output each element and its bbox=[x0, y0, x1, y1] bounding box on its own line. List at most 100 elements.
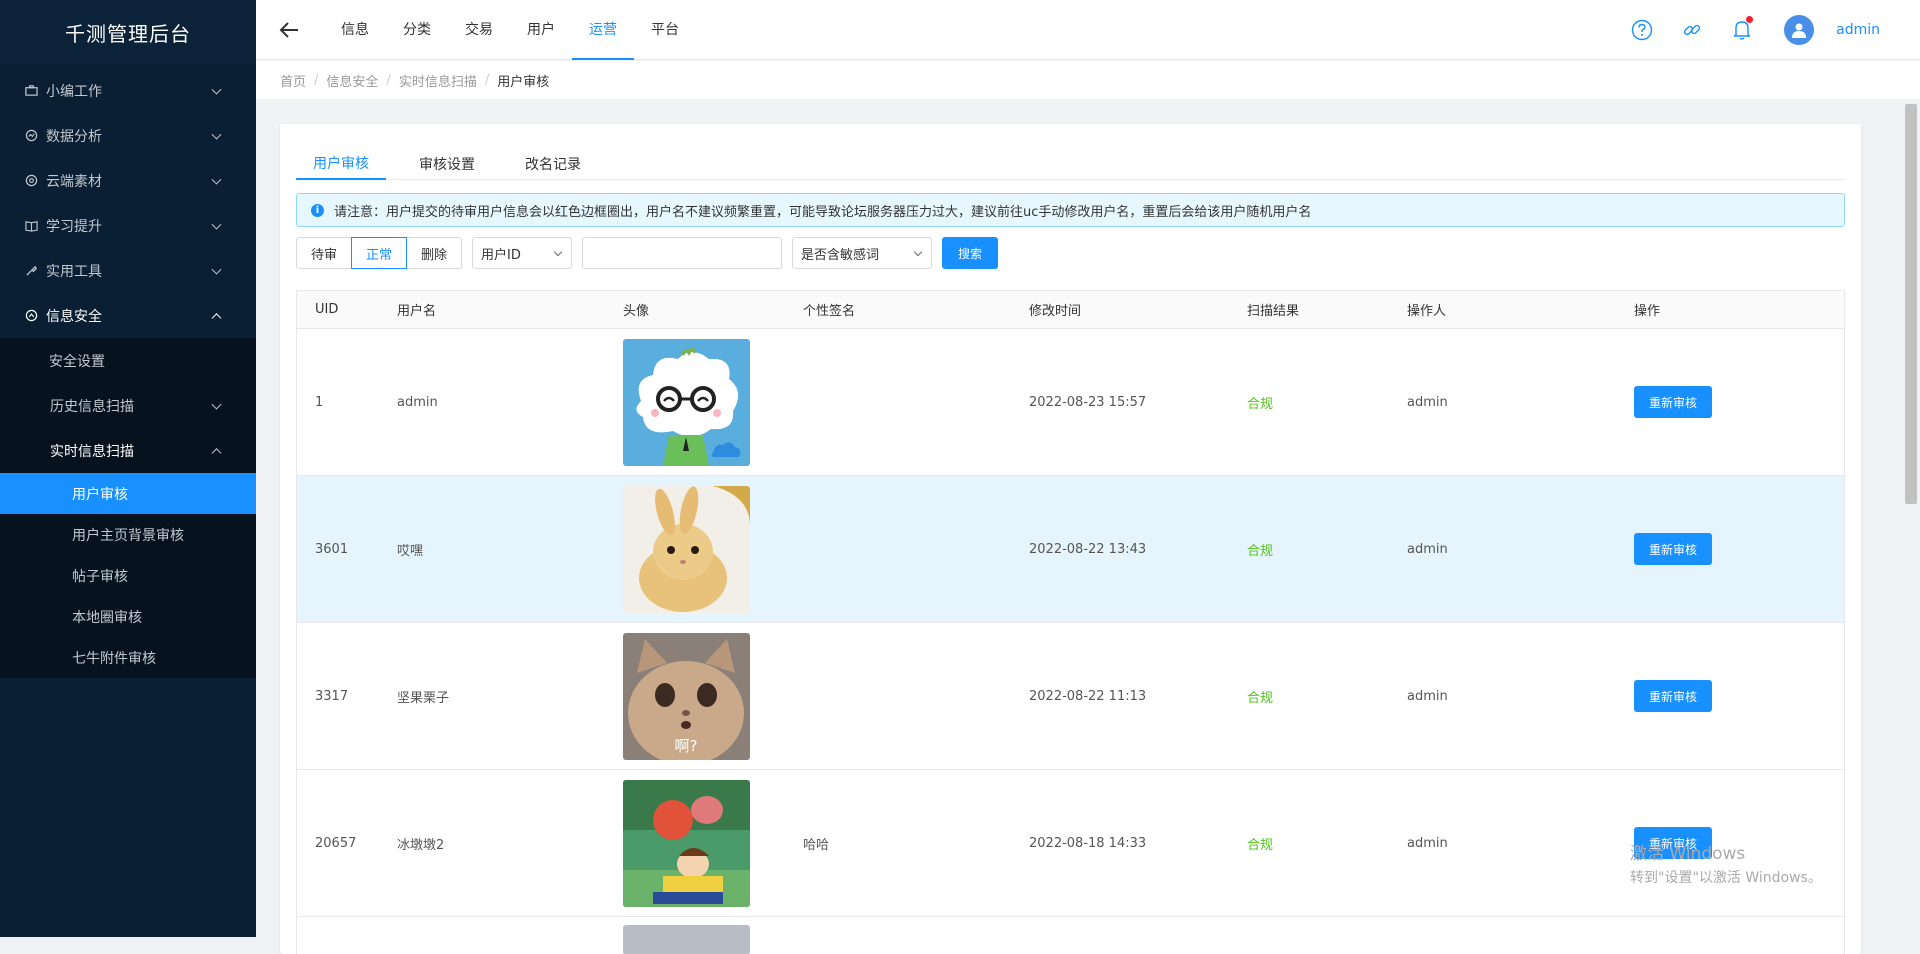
sidebar-item-user-review[interactable]: 用户审核 bbox=[0, 473, 256, 514]
tab-rename-log[interactable]: 改名记录 bbox=[508, 148, 598, 180]
chevron-down-icon bbox=[211, 84, 222, 95]
realtime-submenu: 用户审核 用户主页背景审核 帖子审核 本地圈审核 七牛附件审核 bbox=[0, 473, 256, 678]
table-row: 3317 坚果栗子 啊? 2022-08-22 11:13 合规 admin 重… bbox=[297, 623, 1844, 770]
sidebar-item-label: 实时信息扫描 bbox=[50, 443, 134, 460]
sensitive-select[interactable]: 是否含敏感词 bbox=[792, 237, 933, 269]
tab-review-settings[interactable]: 审核设置 bbox=[402, 148, 492, 180]
tab-trade[interactable]: 交易 bbox=[448, 0, 510, 60]
avatar-image[interactable] bbox=[623, 779, 750, 907]
cell-avatar bbox=[623, 338, 803, 466]
re-review-button[interactable]: 重新审核 bbox=[1634, 680, 1713, 712]
sidebar-item-tools[interactable]: 实用工具 bbox=[0, 248, 256, 293]
sidebar-item-label: 安全设置 bbox=[49, 353, 105, 370]
sidebar-item-realtime-scan[interactable]: 实时信息扫描 bbox=[0, 428, 256, 473]
column-header: 扫描结果 bbox=[1247, 304, 1300, 319]
table-header: UID 用户名 头像 个性签名 修改时间 扫描结果 操作人 操作 bbox=[297, 291, 1844, 329]
column-header: 修改时间 bbox=[1029, 304, 1082, 319]
column-header: 个性签名 bbox=[803, 304, 856, 319]
sidebar-item-label: 小编工作 bbox=[46, 83, 102, 100]
breadcrumb: 首页 / 信息安全 / 实时信息扫描 / 用户审核 bbox=[256, 61, 1920, 99]
app-title: 千测管理后台 bbox=[0, 0, 256, 64]
tab-user[interactable]: 用户 bbox=[510, 0, 572, 60]
username-label[interactable]: admin bbox=[1836, 22, 1880, 38]
avatar-image[interactable] bbox=[623, 338, 750, 466]
sidebar-item-security-settings[interactable]: 安全设置 bbox=[0, 338, 256, 383]
cell-operator: admin bbox=[1407, 541, 1448, 557]
tab-category[interactable]: 分类 bbox=[386, 0, 448, 60]
tool-icon bbox=[24, 264, 38, 278]
search-button[interactable]: 搜索 bbox=[942, 237, 999, 269]
avatar-image[interactable] bbox=[623, 925, 750, 954]
sidebar-item-qiniu-review[interactable]: 七牛附件审核 bbox=[0, 637, 256, 678]
tab-platform[interactable]: 平台 bbox=[634, 0, 696, 60]
info-icon: i bbox=[311, 203, 324, 217]
cell-avatar bbox=[623, 925, 803, 954]
column-header: 操作 bbox=[1634, 304, 1661, 319]
bell-icon[interactable] bbox=[1730, 15, 1754, 42]
watermark-title: 激活 Windows bbox=[1630, 844, 1746, 864]
sensitive-select-value: 是否含敏感词 bbox=[801, 247, 880, 263]
cell-avatar: 啊? bbox=[623, 632, 803, 760]
page-scrollbar[interactable] bbox=[1905, 104, 1917, 504]
security-submenu: 安全设置 历史信息扫描 实时信息扫描 用户审核 用户主页背景审核 帖子审核 本地… bbox=[0, 338, 256, 678]
cell-time: 2022-08-23 15:57 bbox=[1029, 394, 1147, 410]
link-icon[interactable] bbox=[1680, 18, 1704, 42]
sidebar-item-local-circle-review[interactable]: 本地圈审核 bbox=[0, 596, 256, 637]
tab-info[interactable]: 信息 bbox=[324, 0, 386, 60]
re-review-button[interactable]: 重新审核 bbox=[1634, 533, 1713, 565]
sidebar-item-label: 帖子审核 bbox=[72, 568, 128, 585]
table-row: 3601 哎嘿 2022-08-22 13:43 合规 admin 重新审核 bbox=[297, 476, 1844, 623]
field-select[interactable]: 用户ID bbox=[472, 237, 573, 269]
chevron-up-icon bbox=[211, 312, 222, 323]
sidebar-item-label: 用户主页背景审核 bbox=[72, 527, 184, 544]
field-select-value: 用户ID bbox=[481, 247, 521, 263]
filter-bar: 待审 正常 删除 用户ID 是否含敏感词 搜索 bbox=[296, 237, 999, 269]
table-row: 20657 冰墩墩2 哈哈 2022-08-18 14:33 合规 admin bbox=[297, 770, 1844, 917]
cell-result: 合规 bbox=[1247, 837, 1274, 853]
cell-uid: 1 bbox=[315, 394, 324, 410]
breadcrumb-item[interactable]: 实时信息扫描 bbox=[399, 71, 477, 90]
sidebar-item-data-analysis[interactable]: 数据分析 bbox=[0, 113, 256, 158]
sidebar-item-label: 学习提升 bbox=[46, 218, 102, 235]
sidebar-item-post-review[interactable]: 帖子审核 bbox=[0, 555, 256, 596]
tab-operation[interactable]: 运营 bbox=[572, 0, 634, 60]
chevron-down-icon bbox=[211, 129, 222, 140]
user-avatar[interactable] bbox=[1784, 14, 1815, 45]
sidebar-item-label: 实用工具 bbox=[46, 263, 102, 280]
breadcrumb-item[interactable]: 首页 bbox=[280, 71, 306, 90]
top-right-tools: admin bbox=[1604, 14, 1880, 45]
sidebar-item-security[interactable]: 信息安全 bbox=[0, 293, 256, 338]
cell-operator: admin bbox=[1407, 688, 1448, 704]
top-nav-tabs: 信息 分类 交易 用户 运营 平台 bbox=[324, 0, 696, 60]
sidebar-item-editor-work[interactable]: 小编工作 bbox=[0, 68, 256, 113]
sidebar-item-history-scan[interactable]: 历史信息扫描 bbox=[0, 383, 256, 428]
sidebar-item-label: 信息安全 bbox=[46, 308, 102, 325]
status-pending-button[interactable]: 待审 bbox=[296, 237, 353, 269]
breadcrumb-item[interactable]: 信息安全 bbox=[326, 71, 378, 90]
sidebar-item-label: 云端素材 bbox=[46, 173, 102, 190]
search-input[interactable] bbox=[582, 237, 783, 269]
alert-text: 请注意：用户提交的待审用户信息会以红色边框圈出，用户名不建议频繁重置，可能导致论… bbox=[334, 204, 1312, 220]
re-review-button[interactable]: 重新审核 bbox=[1634, 386, 1713, 418]
top-bar: 信息 分类 交易 用户 运营 平台 admin bbox=[256, 0, 1920, 60]
watermark-subtitle: 转到"设置"以激活 Windows。 bbox=[1630, 870, 1822, 886]
sidebar-item-label: 本地圈审核 bbox=[72, 609, 142, 626]
notice-alert: i 请注意：用户提交的待审用户信息会以红色边框圈出，用户名不建议频繁重置，可能导… bbox=[296, 193, 1845, 227]
tab-user-review[interactable]: 用户审核 bbox=[296, 148, 386, 180]
user-table: UID 用户名 头像 个性签名 修改时间 扫描结果 操作人 操作 1 admin bbox=[296, 290, 1845, 954]
cell-result: 合规 bbox=[1247, 690, 1274, 706]
help-icon[interactable] bbox=[1630, 18, 1654, 42]
table-row: 1 admin 2022-08-23 15:57 合规 admin 重新审核 bbox=[297, 329, 1844, 476]
sidebar-item-cloud-material[interactable]: 云端素材 bbox=[0, 158, 256, 203]
column-header: UID bbox=[315, 302, 339, 317]
avatar-image[interactable] bbox=[623, 485, 750, 613]
sidebar-item-learning[interactable]: 学习提升 bbox=[0, 203, 256, 248]
status-deleted-button[interactable]: 删除 bbox=[406, 237, 463, 269]
column-header: 用户名 bbox=[397, 304, 437, 319]
status-normal-button[interactable]: 正常 bbox=[351, 237, 408, 269]
chart-icon bbox=[24, 129, 38, 143]
sidebar-item-user-bg-review[interactable]: 用户主页背景审核 bbox=[0, 514, 256, 555]
back-arrow-icon[interactable] bbox=[274, 15, 304, 45]
cell-username: 哎嘿 bbox=[397, 543, 424, 559]
avatar-image[interactable]: 啊? bbox=[623, 632, 750, 760]
